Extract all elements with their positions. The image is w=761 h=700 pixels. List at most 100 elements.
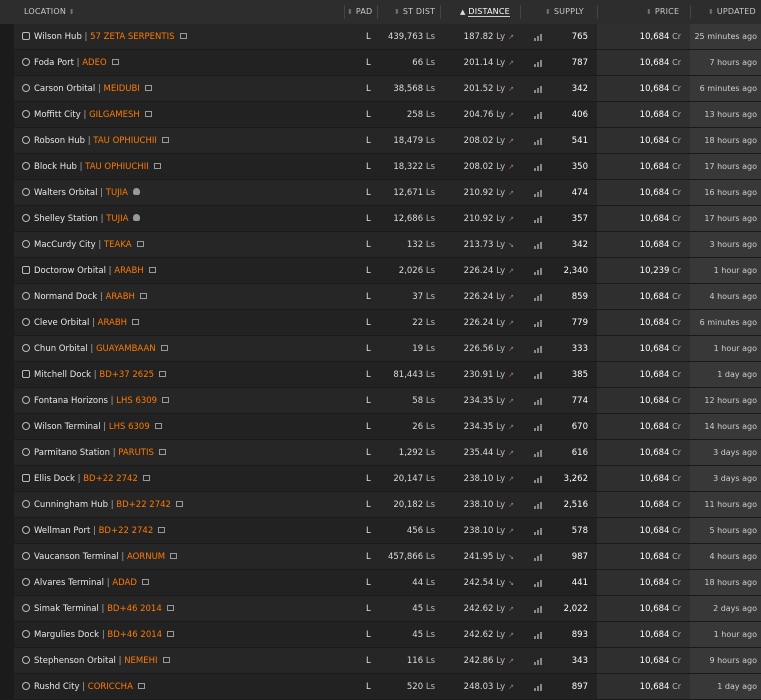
- table-row[interactable]: Foda Port | ADEO L 66 Ls 201.14 Ly ↗ 787 10,68…: [0, 50, 761, 76]
- supply-chart-icon[interactable]: [534, 476, 542, 483]
- table-row[interactable]: Stephenson Orbital | NEMEHI L 116 Ls 242.86…: [0, 648, 761, 674]
- system-name-link[interactable]: ARABH: [98, 318, 127, 328]
- copy-icon[interactable]: [137, 682, 145, 689]
- station-name-link[interactable]: Carson Orbital: [34, 84, 95, 94]
- copy-icon[interactable]: [141, 578, 149, 585]
- station-name-link[interactable]: Margulies Dock: [34, 630, 99, 640]
- station-name-link[interactable]: Doctorow Orbital: [34, 266, 106, 276]
- station-name-link[interactable]: Wilson Terminal: [34, 422, 101, 432]
- system-name-link[interactable]: 57 ZETA SERPENTIS: [90, 32, 174, 42]
- copy-icon[interactable]: [161, 136, 169, 143]
- supply-chart-icon[interactable]: [534, 424, 542, 431]
- station-name-link[interactable]: Robson Hub: [34, 136, 85, 146]
- system-name-link[interactable]: GILGAMESH: [89, 110, 140, 120]
- table-row[interactable]: Moffitt City | GILGAMESH L 258 Ls 204.76 Ly…: [0, 102, 761, 128]
- supply-chart-icon[interactable]: [534, 372, 542, 379]
- copy-icon[interactable]: [144, 84, 152, 91]
- system-name-link[interactable]: TAU OPHIUCHII: [85, 162, 149, 172]
- table-row[interactable]: Rushd City | CORICCHA L 520 Ls 248.03 Ly ↗ 89…: [0, 674, 761, 700]
- station-name-link[interactable]: Rushd City: [34, 682, 79, 692]
- copy-icon[interactable]: [132, 318, 140, 325]
- table-row[interactable]: Carson Orbital | MEIDUBI L 38,568 Ls 201.52…: [0, 76, 761, 102]
- system-name-link[interactable]: BD+22 2742: [83, 474, 138, 484]
- table-row[interactable]: Block Hub | TAU OPHIUCHII L 18,322 Ls 208.0…: [0, 154, 761, 180]
- table-row[interactable]: Cunningham Hub | BD+22 2742 L 20,182 Ls 238…: [0, 492, 761, 518]
- supply-chart-icon[interactable]: [534, 580, 542, 587]
- supply-chart-icon[interactable]: [534, 398, 542, 405]
- copy-icon[interactable]: [162, 396, 170, 403]
- system-name-link[interactable]: TEAKA: [104, 240, 132, 250]
- system-name-link[interactable]: BD+22 2742: [99, 526, 154, 536]
- table-row[interactable]: Fontana Horizons | LHS 6309 L 58 Ls 234.35 …: [0, 388, 761, 414]
- copy-icon[interactable]: [144, 110, 152, 117]
- system-name-link[interactable]: AORNUM: [127, 552, 165, 562]
- station-name-link[interactable]: Moffitt City: [34, 110, 81, 120]
- copy-icon[interactable]: [154, 422, 162, 429]
- supply-chart-icon[interactable]: [534, 606, 542, 613]
- copy-icon[interactable]: [158, 448, 166, 455]
- system-name-link[interactable]: ADEO: [82, 58, 106, 68]
- station-name-link[interactable]: Stephenson Orbital: [34, 656, 116, 666]
- system-name-link[interactable]: BD+22 2742: [116, 500, 171, 510]
- station-name-link[interactable]: Mitchell Dock: [34, 370, 91, 380]
- supply-chart-icon[interactable]: [534, 268, 542, 275]
- station-name-link[interactable]: Shelley Station: [34, 214, 98, 224]
- copy-icon[interactable]: [142, 474, 150, 481]
- copy-icon[interactable]: [160, 344, 168, 351]
- copy-icon[interactable]: [170, 552, 178, 559]
- supply-chart-icon[interactable]: [534, 138, 542, 145]
- station-name-link[interactable]: Chun Orbital: [34, 344, 88, 354]
- table-row[interactable]: Mitchell Dock | BD+37 2625 L 81,443 Ls 230.…: [0, 362, 761, 388]
- column-st-dist[interactable]: ⬍ ST DIST: [394, 0, 435, 24]
- station-name-link[interactable]: Normand Dock: [34, 292, 97, 302]
- supply-chart-icon[interactable]: [534, 346, 542, 353]
- column-supply[interactable]: ⬍ SUPPLY: [545, 0, 584, 24]
- table-row[interactable]: Ellis Dock | BD+22 2742 L 20,147 Ls 238.10 …: [0, 466, 761, 492]
- system-name-link[interactable]: MEIDUBI: [103, 84, 139, 94]
- station-name-link[interactable]: Vaucanson Terminal: [34, 552, 119, 562]
- system-name-link[interactable]: LHS 6309: [109, 422, 150, 432]
- station-name-link[interactable]: Block Hub: [34, 162, 77, 172]
- table-row[interactable]: Normand Dock | ARABH L 37 Ls 226.24 Ly ↗ 859 1…: [0, 284, 761, 310]
- system-name-link[interactable]: BD+37 2625: [99, 370, 154, 380]
- supply-chart-icon[interactable]: [534, 216, 542, 223]
- system-name-link[interactable]: BD+46 2014: [107, 604, 162, 614]
- station-name-link[interactable]: Walters Orbital: [34, 188, 97, 198]
- column-distance[interactable]: ▲ DISTANCE: [460, 0, 510, 24]
- station-name-link[interactable]: MacCurdy City: [34, 240, 96, 250]
- station-name-link[interactable]: Wilson Hub: [34, 32, 82, 42]
- supply-chart-icon[interactable]: [534, 658, 542, 665]
- system-name-link[interactable]: CORICCHA: [88, 682, 133, 692]
- system-name-link[interactable]: ARABH: [114, 266, 143, 276]
- column-updated[interactable]: ⬍ UPDATED: [708, 0, 756, 24]
- copy-icon[interactable]: [136, 240, 144, 247]
- table-row[interactable]: Wellman Port | BD+22 2742 L 456 Ls 238.10 L…: [0, 518, 761, 544]
- station-name-link[interactable]: Foda Port: [34, 58, 74, 68]
- column-price[interactable]: ⬍ PRICE: [646, 0, 679, 24]
- station-name-link[interactable]: Cleve Orbital: [34, 318, 89, 328]
- table-row[interactable]: Alvares Terminal | ADAD L 44 Ls 242.54 Ly ↘ 4…: [0, 570, 761, 596]
- system-name-link[interactable]: ADAD: [112, 578, 137, 588]
- system-name-link[interactable]: GUAYAMBAAN: [96, 344, 156, 354]
- copy-icon[interactable]: [111, 58, 119, 65]
- column-location[interactable]: LOCATION ⬍: [24, 0, 75, 24]
- system-name-link[interactable]: NEMEHI: [124, 656, 157, 666]
- copy-icon[interactable]: [153, 162, 161, 169]
- copy-icon[interactable]: [166, 604, 174, 611]
- system-name-link[interactable]: PARUTIS: [118, 448, 154, 458]
- table-row[interactable]: Robson Hub | TAU OPHIUCHII L 18,479 Ls 208.…: [0, 128, 761, 154]
- copy-icon[interactable]: [162, 656, 170, 663]
- station-name-link[interactable]: Alvares Terminal: [34, 578, 104, 588]
- supply-chart-icon[interactable]: [534, 164, 542, 171]
- table-row[interactable]: Cleve Orbital | ARABH L 22 Ls 226.24 Ly ↗ 779…: [0, 310, 761, 336]
- supply-chart-icon[interactable]: [534, 190, 542, 197]
- supply-chart-icon[interactable]: [534, 112, 542, 119]
- table-row[interactable]: Wilson Hub | 57 ZETA SERPENTIS L 439,763 L…: [0, 24, 761, 50]
- table-row[interactable]: Margulies Dock | BD+46 2014 L 45 Ls 242.62 …: [0, 622, 761, 648]
- supply-chart-icon[interactable]: [534, 86, 542, 93]
- table-row[interactable]: Walters Orbital | TUJIA L 12,671 Ls 210.92 …: [0, 180, 761, 206]
- copy-icon[interactable]: [167, 630, 175, 637]
- station-name-link[interactable]: Simak Terminal: [34, 604, 99, 614]
- station-name-link[interactable]: Cunningham Hub: [34, 500, 108, 510]
- supply-chart-icon[interactable]: [534, 632, 542, 639]
